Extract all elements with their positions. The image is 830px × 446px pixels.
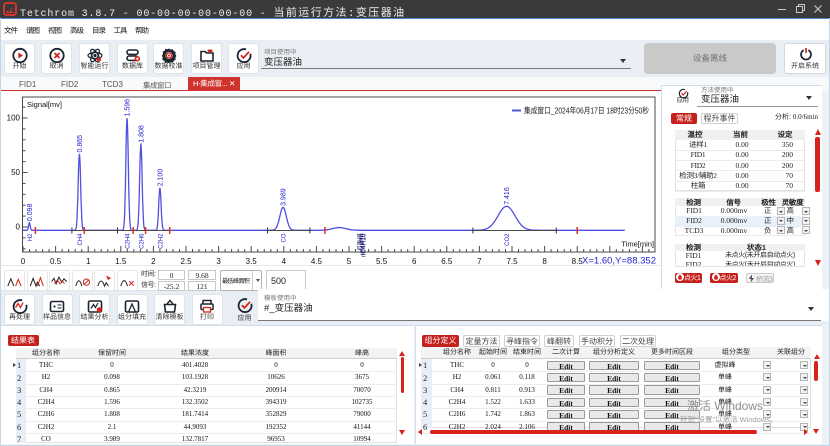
svg-text:2.100: 2.100 — [157, 169, 164, 187]
svg-text:nC4H10: nC4H10 — [361, 233, 368, 257]
svg-text:5: 5 — [347, 257, 352, 265]
svg-text:3: 3 — [216, 257, 221, 265]
svg-text:0.865: 0.865 — [77, 135, 84, 153]
svg-text:Time[min]: Time[min] — [621, 240, 654, 249]
svg-text:7.416: 7.416 — [504, 187, 511, 205]
svg-text:4.5: 4.5 — [311, 257, 323, 265]
svg-text:C2H4: C2H4 — [126, 233, 132, 249]
svg-text:1.808: 1.808 — [138, 125, 145, 143]
svg-text:2.5: 2.5 — [180, 257, 192, 265]
svg-text:5.5: 5.5 — [376, 257, 388, 265]
svg-text:3.5: 3.5 — [246, 257, 258, 265]
svg-text:100: 100 — [7, 114, 21, 123]
svg-text:0.098: 0.098 — [27, 203, 34, 221]
svg-text:0: 0 — [16, 223, 21, 232]
svg-text:集成窗口_2024年06月17日 18时23分50秒: 集成窗口_2024年06月17日 18时23分50秒 — [524, 106, 649, 116]
svg-text:C2H2: C2H2 — [158, 233, 164, 249]
svg-text:0.5: 0.5 — [50, 257, 62, 265]
svg-text:7.5: 7.5 — [506, 257, 518, 265]
svg-text:7: 7 — [477, 257, 482, 265]
svg-text:6.5: 6.5 — [441, 257, 453, 265]
svg-text:CO: CO — [282, 233, 288, 242]
svg-text:1: 1 — [86, 257, 91, 265]
svg-text:0: 0 — [21, 257, 26, 265]
svg-text:3.989: 3.989 — [281, 188, 288, 206]
svg-text:50: 50 — [11, 168, 20, 177]
svg-text:CO2: CO2 — [505, 233, 511, 246]
svg-text:1.596: 1.596 — [125, 99, 132, 117]
svg-text:1.5: 1.5 — [115, 257, 127, 265]
svg-text:C2H6: C2H6 — [139, 233, 145, 249]
svg-text:6: 6 — [412, 257, 417, 265]
svg-text:X=1.60,Y=88.352: X=1.60,Y=88.352 — [582, 256, 656, 266]
svg-text:4: 4 — [282, 257, 287, 265]
svg-text:Signal[mv]: Signal[mv] — [27, 100, 62, 109]
svg-text:CH4: CH4 — [78, 233, 84, 246]
svg-text:2: 2 — [151, 257, 156, 265]
svg-text:8: 8 — [542, 257, 547, 265]
svg-text:H2: H2 — [28, 233, 34, 241]
